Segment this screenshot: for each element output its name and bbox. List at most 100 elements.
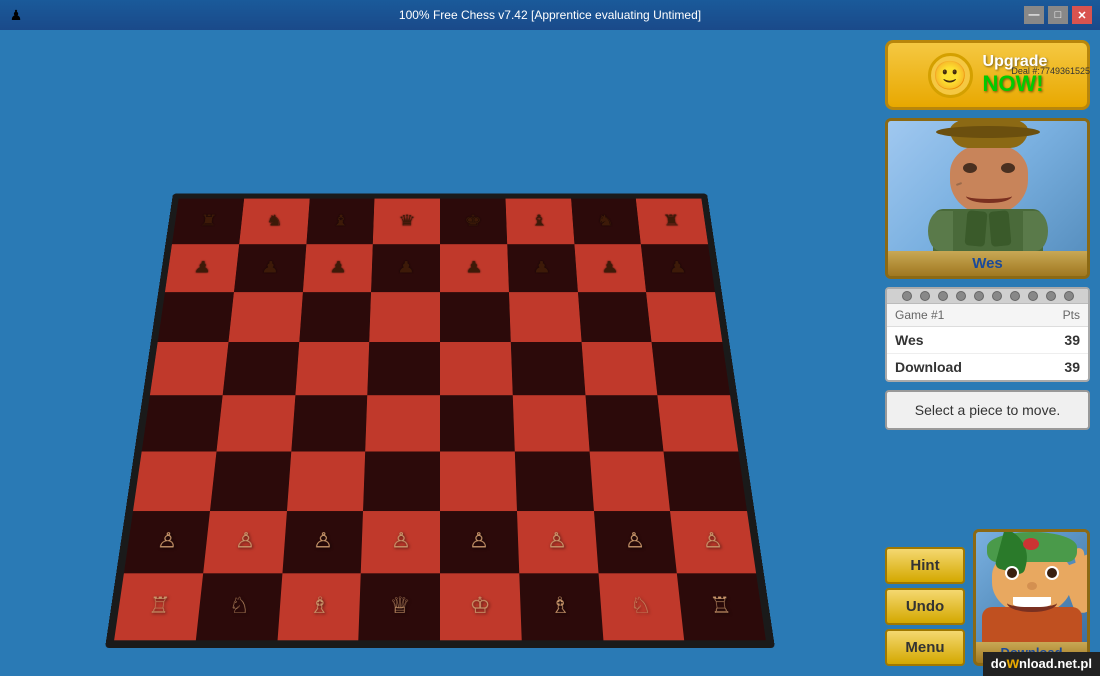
chess-cell[interactable]: ♘ (196, 574, 282, 641)
right-panel: Deal #:7749361525 🙂 Upgrade NOW! (880, 30, 1100, 676)
chess-cell[interactable]: ♙ (440, 511, 519, 574)
chess-cell[interactable] (228, 292, 302, 342)
chess-cell[interactable] (440, 451, 517, 510)
chess-cell[interactable] (142, 395, 223, 451)
chess-cell[interactable]: ♜ (172, 199, 244, 244)
chess-cell[interactable]: ♞ (571, 199, 641, 244)
download-avatar-image (976, 532, 1087, 642)
close-button[interactable]: ✕ (1072, 6, 1092, 24)
chess-cell[interactable]: ♟ (303, 244, 373, 292)
chess-cell[interactable] (210, 451, 291, 510)
chess-cell[interactable]: ♚ (440, 199, 507, 244)
chess-piece: ♔ (469, 595, 491, 617)
chess-cell[interactable] (367, 342, 440, 395)
chess-cell[interactable] (589, 451, 670, 510)
hint-button[interactable]: Hint (885, 547, 965, 584)
menu-button[interactable]: Menu (885, 629, 965, 666)
chess-cell[interactable] (363, 451, 440, 510)
chess-cell[interactable]: ♘ (598, 574, 684, 641)
chess-cell[interactable] (658, 395, 739, 451)
chess-cell[interactable]: ♝ (306, 199, 375, 244)
chess-piece: ♕ (389, 595, 411, 617)
chess-cell[interactable] (295, 342, 369, 395)
chess-cell[interactable]: ♟ (507, 244, 577, 292)
chess-cell[interactable]: ♖ (677, 574, 766, 641)
wes-avatar: Wes (885, 118, 1090, 279)
chess-cell[interactable]: ♙ (124, 511, 210, 574)
chess-cell[interactable] (440, 342, 513, 395)
chess-piece: ♖ (147, 595, 171, 617)
download-score-row: Download 39 (887, 354, 1088, 380)
wes-score-value: 39 (1064, 332, 1080, 348)
chess-cell[interactable] (513, 395, 590, 451)
status-message: Select a piece to move. (885, 390, 1090, 430)
footer-text: download.net.pl (991, 655, 1092, 673)
chess-piece: ♟ (532, 260, 551, 276)
spiral-dot (1028, 291, 1038, 301)
maximize-button[interactable]: □ (1048, 6, 1068, 24)
chess-piece: ♙ (391, 531, 412, 552)
chess-cell[interactable] (509, 292, 581, 342)
spiral-dot (956, 291, 966, 301)
chess-cell[interactable] (511, 342, 585, 395)
undo-button[interactable]: Undo (885, 588, 965, 625)
chess-cell[interactable]: ♙ (670, 511, 756, 574)
score-card: Game #1 Pts Wes 39 Download 39 (885, 287, 1090, 382)
chess-cell[interactable]: ♟ (371, 244, 440, 292)
chess-cell[interactable]: ♟ (165, 244, 239, 292)
chess-cell[interactable]: ♙ (203, 511, 287, 574)
chess-cell[interactable] (440, 395, 515, 451)
chess-cell[interactable]: ♖ (114, 574, 203, 641)
chess-cell[interactable]: ♟ (641, 244, 715, 292)
chess-board-container[interactable]: ♜♞♝♛♚♝♞♜♟♟♟♟♟♟♟♟♙♙♙♙♙♙♙♙♖♘♗♕♔♗♘♖ (105, 194, 775, 648)
chess-cell[interactable] (299, 292, 371, 342)
chess-cell[interactable]: ♙ (282, 511, 363, 574)
chess-cell[interactable] (216, 395, 295, 451)
chess-cell[interactable]: ♟ (574, 244, 646, 292)
chess-cell[interactable] (577, 292, 651, 342)
chess-cell[interactable]: ♞ (239, 199, 309, 244)
chess-cell[interactable] (369, 292, 440, 342)
chess-cell[interactable]: ♙ (593, 511, 677, 574)
chess-cell[interactable] (150, 342, 228, 395)
chess-cell[interactable] (291, 395, 368, 451)
chess-cell[interactable] (287, 451, 366, 510)
chess-piece: ♛ (398, 214, 416, 229)
spiral-dot (992, 291, 1002, 301)
chess-cell[interactable] (652, 342, 730, 395)
download-avatar[interactable]: Download (973, 529, 1090, 666)
chess-cell[interactable] (664, 451, 747, 510)
chess-cell[interactable]: ♟ (440, 244, 509, 292)
chess-cell[interactable]: ♗ (277, 574, 361, 641)
chess-cell[interactable]: ♟ (234, 244, 306, 292)
chess-cell[interactable] (585, 395, 664, 451)
chess-cell[interactable] (133, 451, 216, 510)
chess-piece: ♙ (701, 531, 724, 552)
chess-cell[interactable]: ♔ (440, 574, 521, 641)
chess-cell[interactable]: ♕ (359, 574, 440, 641)
spiral-dot (902, 291, 912, 301)
spiral-dot (1064, 291, 1074, 301)
chess-cell[interactable]: ♛ (373, 199, 440, 244)
chess-cell[interactable] (158, 292, 234, 342)
chess-cell[interactable] (440, 292, 511, 342)
chess-cell[interactable]: ♙ (361, 511, 440, 574)
chess-cell[interactable] (581, 342, 657, 395)
chess-piece: ♙ (234, 531, 256, 552)
chess-piece: ♖ (709, 595, 733, 617)
chess-cell[interactable] (365, 395, 440, 451)
chess-piece: ♙ (546, 531, 568, 552)
chess-piece: ♙ (624, 531, 646, 552)
chess-cell[interactable]: ♙ (517, 511, 598, 574)
chess-cell[interactable]: ♝ (505, 199, 574, 244)
chess-cell[interactable]: ♜ (636, 199, 708, 244)
chess-piece: ♗ (308, 595, 330, 617)
chess-cell[interactable] (222, 342, 298, 395)
minimize-button[interactable]: — (1024, 6, 1044, 24)
chess-cell[interactable] (515, 451, 594, 510)
chess-piece: ♚ (464, 214, 482, 229)
chess-cell[interactable] (646, 292, 722, 342)
wes-name: Wes (888, 251, 1087, 276)
chess-cell[interactable]: ♗ (519, 574, 603, 641)
chess-piece: ♙ (469, 531, 490, 552)
